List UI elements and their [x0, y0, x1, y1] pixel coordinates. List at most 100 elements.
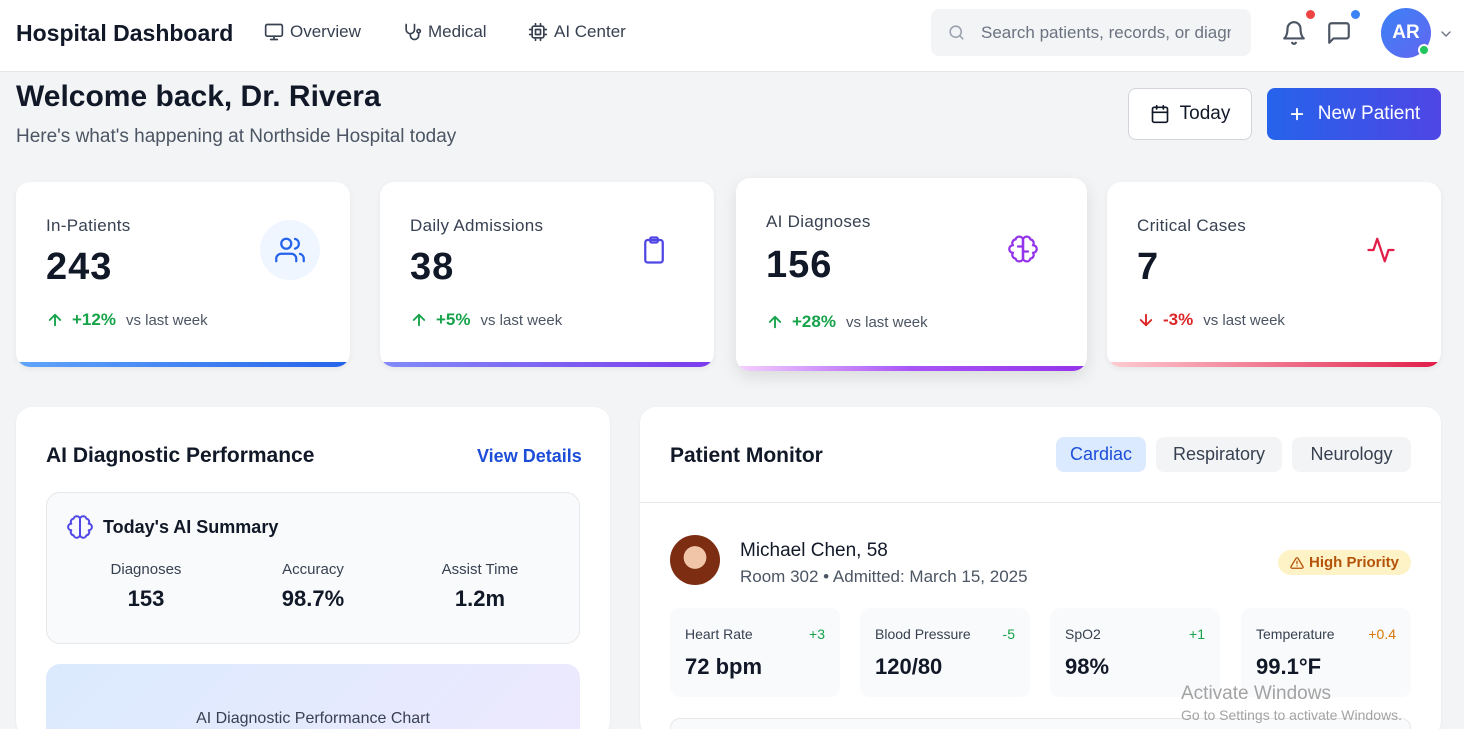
messages-button[interactable] [1326, 20, 1352, 46]
search-input[interactable] [981, 21, 1231, 45]
stat-card-admissions: Daily Admissions 38 +5% vs last week [380, 182, 714, 367]
calendar-icon [1151, 104, 1168, 124]
stat-value: 38 [410, 246, 455, 288]
tab-neurology[interactable]: Neurology [1292, 437, 1411, 472]
stat-label: In-Patients [46, 216, 131, 235]
new-patient-label: New Patient [1317, 103, 1421, 124]
vital-value: 99.1°F [1256, 654, 1322, 679]
clipboard-icon [644, 236, 664, 264]
arrow-up-icon [768, 315, 782, 329]
notifications-button[interactable] [1281, 20, 1307, 46]
stat-icon-wrap [260, 220, 320, 280]
search-box [931, 9, 1251, 56]
view-details-link[interactable]: View Details [477, 446, 582, 467]
stat-trend: +28% vs last week [766, 312, 928, 332]
cpu-icon [528, 22, 548, 42]
vital-card-blood-pressure: Blood Pressure -5 120/80 [860, 608, 1030, 697]
today-button[interactable]: Today [1128, 88, 1252, 140]
ai-summary-card: Today's AI Summary Diagnoses 153 Accurac… [46, 492, 580, 644]
patient-avatar[interactable] [670, 535, 720, 585]
plus-icon [1290, 107, 1303, 121]
stat-change: +12% [72, 310, 116, 329]
stat-card-ai-diagnoses: AI Diagnoses 156 +28% vs last week [736, 178, 1087, 371]
stat-vs: vs last week [1203, 311, 1285, 329]
warning-icon [1290, 556, 1304, 569]
metric-label: Assist Time [441, 561, 519, 578]
welcome-subtitle: Here's what's happening at Northside Hos… [16, 126, 457, 147]
message-icon [1328, 22, 1350, 44]
activity-icon [1367, 237, 1395, 263]
notification-dot [1306, 10, 1315, 19]
stat-card-critical: Critical Cases 7 -3% vs last week [1107, 182, 1441, 367]
nav-overview[interactable]: Overview [264, 22, 361, 42]
top-navbar: Hospital Dashboard Overview Medical AI C… [0, 0, 1464, 72]
nav-ai-center[interactable]: AI Center [528, 22, 626, 42]
metric-value: 1.2m [454, 586, 506, 611]
stat-icon-wrap [1351, 220, 1411, 280]
metric-value: 153 [127, 586, 165, 611]
watermark-line2: Go to Settings to activate Windows. [1181, 707, 1402, 723]
priority-label: High Priority [1308, 554, 1399, 571]
stat-change: -3% [1163, 310, 1194, 329]
users-icon [275, 237, 305, 263]
stat-card-inpatients: In-Patients 243 +12% vs last week [16, 182, 350, 367]
stat-trend: +12% vs last week [46, 310, 208, 330]
welcome-title: Welcome back, Dr. Rivera [16, 80, 381, 113]
stat-value: 156 [766, 244, 833, 286]
priority-badge: High Priority [1278, 550, 1411, 575]
stat-label: Critical Cases [1137, 216, 1247, 235]
tab-cardiac[interactable]: Cardiac [1056, 437, 1146, 472]
stat-trend: +5% vs last week [410, 310, 562, 330]
vital-label: Heart Rate [685, 626, 753, 642]
bell-icon [1283, 21, 1305, 45]
vital-label: Blood Pressure [875, 626, 971, 642]
vital-delta: +3 [809, 626, 825, 642]
metric-label: Diagnoses [110, 561, 182, 578]
ai-performance-panel: AI Diagnostic Performance View Details T… [16, 407, 610, 729]
today-label: Today [1179, 103, 1231, 124]
vital-label: SpO2 [1065, 626, 1101, 642]
patient-monitor-panel: Patient Monitor Cardiac Respiratory Neur… [640, 407, 1441, 729]
summary-metric: Accuracy 98.7% [238, 561, 388, 612]
message-dot [1351, 10, 1360, 19]
stat-change: +28% [792, 312, 836, 331]
stat-accent-bar [1107, 362, 1441, 367]
stat-accent-bar [736, 366, 1087, 371]
stat-icon-wrap [993, 219, 1053, 279]
chart-placeholder: AI Diagnostic Performance Chart [46, 664, 580, 729]
chevron-down-icon[interactable] [1438, 26, 1454, 42]
vital-label: Temperature [1256, 626, 1335, 642]
monitor-icon [264, 23, 284, 41]
nav-medical[interactable]: Medical [402, 22, 487, 42]
nav-medical-label: Medical [428, 22, 487, 41]
stat-value: 7 [1137, 246, 1160, 288]
patient-room: Room 302 • Admitted: March 15, 2025 [740, 567, 1028, 586]
stat-vs: vs last week [125, 311, 208, 329]
stethoscope-icon [405, 23, 422, 41]
brain-icon [1008, 235, 1038, 263]
summary-title: Today's AI Summary [103, 517, 279, 537]
metric-value: 98.7% [281, 586, 345, 611]
summary-metric: Diagnoses 153 [71, 561, 221, 612]
arrow-up-icon [48, 313, 62, 327]
stat-accent-bar [16, 362, 350, 367]
vital-value: 120/80 [875, 654, 943, 679]
stat-icon-wrap [624, 220, 684, 280]
nav-overview-label: Overview [290, 22, 361, 41]
vital-card-heart-rate: Heart Rate +3 72 bpm [670, 608, 840, 697]
vital-value: 98% [1065, 654, 1110, 679]
nav-ai-center-label: AI Center [554, 22, 626, 41]
stat-label: Daily Admissions [410, 216, 544, 235]
stat-label: AI Diagnoses [766, 212, 871, 231]
online-status-dot [1418, 44, 1430, 56]
arrow-up-icon [412, 313, 426, 327]
vital-delta: -5 [1002, 626, 1015, 642]
panel-title: Patient Monitor [670, 444, 823, 467]
new-patient-button[interactable]: New Patient [1267, 88, 1441, 140]
stat-vs: vs last week [480, 311, 563, 329]
stat-vs: vs last week [845, 313, 928, 331]
stat-value: 243 [46, 246, 113, 288]
arrow-down-icon [1139, 313, 1153, 327]
tab-respiratory[interactable]: Respiratory [1156, 437, 1282, 472]
patient-name: Michael Chen, 58 [740, 540, 888, 561]
